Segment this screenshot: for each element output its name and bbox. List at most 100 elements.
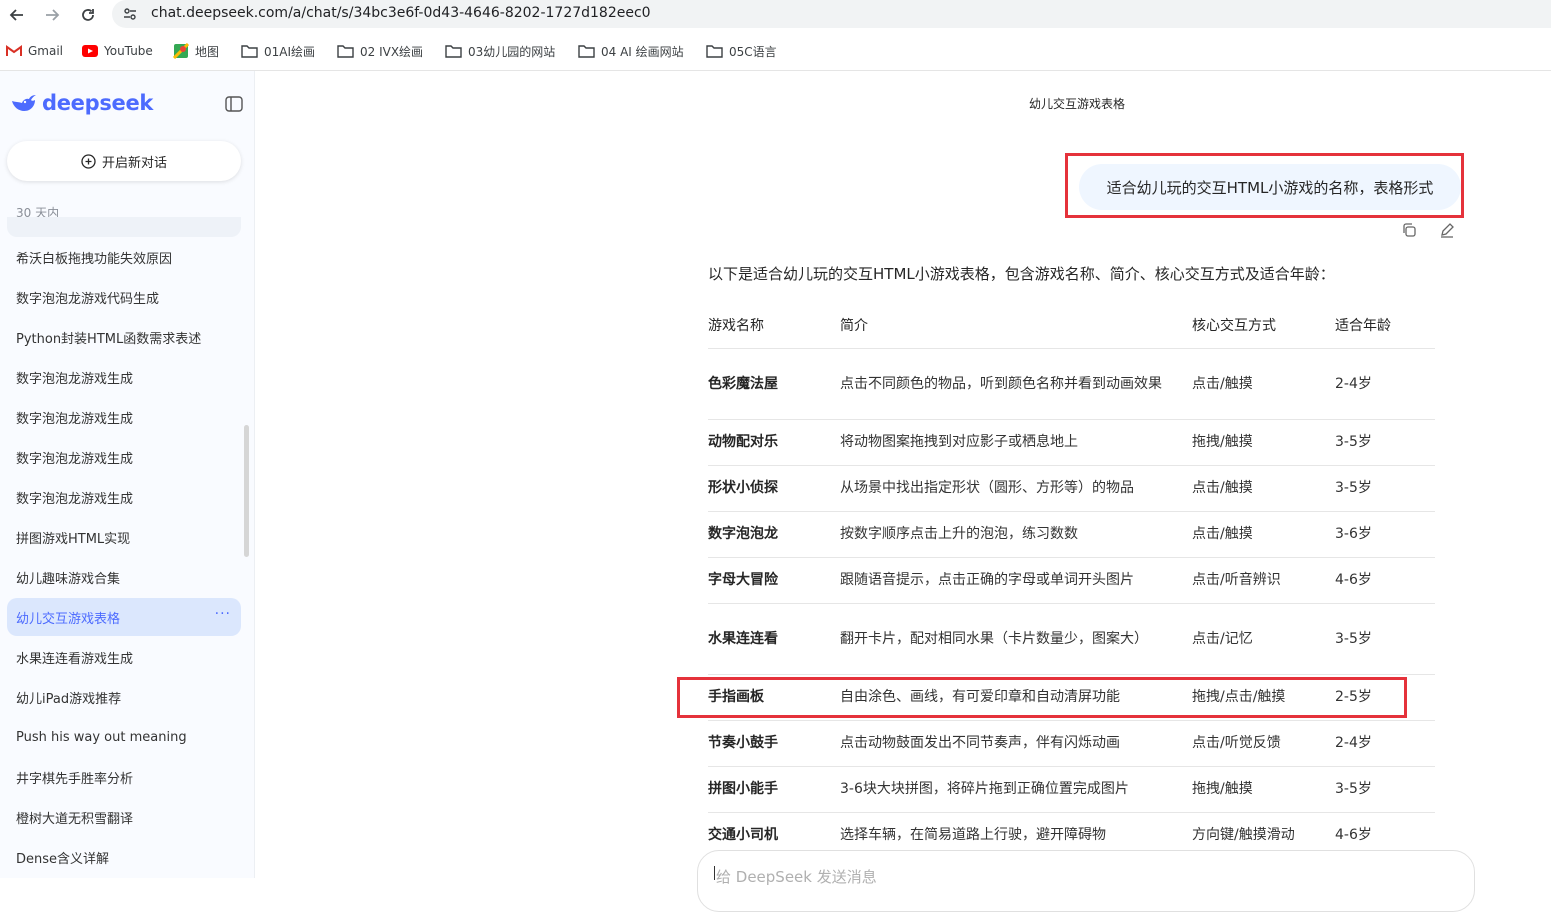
table-header: 适合年龄 — [1335, 318, 1391, 334]
table-cell-age: 3-5岁 — [1335, 434, 1372, 450]
chat-title: 幼儿交互游戏表格 — [1029, 97, 1126, 111]
deepseek-logo[interactable]: deepseek — [10, 91, 153, 115]
forward-arrow-icon[interactable] — [40, 3, 64, 27]
table-cell-name: 数字泡泡龙 — [708, 526, 778, 542]
message-input-placeholder: 给 DeepSeek 发送消息 — [716, 868, 877, 886]
sidebar-item[interactable]: 水果连连看游戏生成 — [7, 638, 241, 676]
games-table: 游戏名称 简介 核心交互方式 适合年龄 色彩魔法屋 点击不同颜色的物品，听到颜色… — [708, 305, 1435, 858]
sidebar-item[interactable]: 希沃白板拖拽功能失效原因 — [7, 238, 241, 276]
table-cell-desc: 按数字顺序点击上升的泡泡，练习数数 — [840, 526, 1078, 542]
sidebar-item-label: 数字泡泡龙游戏代码生成 — [16, 291, 160, 307]
bookmark-folder[interactable]: 05C语言 — [706, 42, 777, 60]
table-cell-age: 4-6岁 — [1335, 572, 1372, 588]
bookmark-label: 03幼儿园的网站 — [468, 44, 556, 59]
logo-text: deepseek — [42, 91, 154, 115]
table-cell-interaction: 点击/听觉反馈 — [1192, 735, 1281, 751]
plus-circle-icon — [81, 153, 96, 169]
bookmark-gmail[interactable]: Gmail — [6, 42, 63, 60]
table-cell-desc: 跟随语音提示，点击正确的字母或单词开头图片 — [840, 572, 1134, 588]
sidebar-item-label: 数字泡泡龙游戏生成 — [16, 451, 134, 467]
table-header-row: 游戏名称 简介 核心交互方式 适合年龄 — [708, 305, 1435, 349]
table-row: 色彩魔法屋 点击不同颜色的物品，听到颜色名称并看到动画效果 点击/触摸 2-4岁 — [708, 349, 1435, 420]
table-cell-name: 拼图小能手 — [708, 781, 778, 797]
sidebar-item-label: 幼儿交互游戏表格 — [16, 611, 121, 627]
site-settings-icon[interactable] — [122, 6, 138, 22]
table-cell-age: 3-5岁 — [1335, 480, 1372, 496]
new-chat-label: 开启新对话 — [101, 155, 167, 171]
sidebar-item[interactable]: 橙树大道无积雪翻译 — [7, 798, 241, 836]
table-cell-age: 2-4岁 — [1335, 735, 1372, 751]
sidebar-item-active[interactable]: 幼儿交互游戏表格 ··· — [7, 598, 241, 636]
sidebar-item[interactable]: 数字泡泡龙游戏生成 — [7, 478, 241, 516]
bookmark-folder[interactable]: 04 AI 绘画网站 — [578, 42, 684, 60]
sidebar-item-label: 水果连连看游戏生成 — [16, 651, 134, 667]
highlight-annotation — [677, 677, 1407, 718]
table-cell-desc: 点击动物鼓面发出不同节奏声，伴有闪烁动画 — [840, 735, 1120, 751]
table-cell-age: 3-5岁 — [1335, 630, 1372, 647]
bookmark-label: 05C语言 — [729, 44, 777, 59]
table-cell-age: 2-4岁 — [1335, 375, 1372, 392]
folder-icon — [241, 45, 258, 58]
table-cell-interaction: 拖拽/触摸 — [1192, 781, 1253, 797]
table-cell-desc: 将动物图案拖拽到对应影子或栖息地上 — [840, 434, 1078, 450]
sidebar-item[interactable]: 数字泡泡龙游戏生成 — [7, 438, 241, 476]
table-row: 动物配对乐 将动物图案拖拽到对应影子或栖息地上 拖拽/触摸 3-5岁 — [708, 420, 1435, 466]
more-options-icon[interactable]: ··· — [215, 606, 231, 622]
table-cell-name: 动物配对乐 — [708, 434, 778, 450]
bookmark-youtube[interactable]: YouTube — [82, 42, 153, 60]
bookmarks-bar: Gmail YouTube 地图 01AI绘画 02 IVX绘画 03幼儿园的网… — [0, 36, 1551, 64]
sidebar-item-label: Dense含义详解 — [16, 851, 110, 867]
table-cell-interaction: 点击/记忆 — [1192, 630, 1253, 647]
table-row: 拼图小能手 3-6块大块拼图，将碎片拖到正确位置完成图片 拖拽/触摸 3-5岁 — [708, 767, 1435, 813]
edit-icon[interactable] — [1438, 221, 1456, 239]
sidebar-item-partial[interactable] — [7, 217, 241, 237]
sidebar-item-label: 幼儿iPad游戏推荐 — [16, 691, 122, 707]
table-header: 游戏名称 — [708, 318, 764, 334]
table-cell-interaction: 点击/触摸 — [1192, 526, 1253, 542]
table-row: 数字泡泡龙 按数字顺序点击上升的泡泡，练习数数 点击/触摸 3-6岁 — [708, 512, 1435, 558]
sidebar-item[interactable]: Dense含义详解 — [7, 838, 241, 876]
table-cell-age: 3-5岁 — [1335, 781, 1372, 797]
browser-toolbar: chat.deepseek.com/a/chat/s/34bc3e6f-0d43… — [0, 0, 1551, 30]
sidebar-item[interactable]: 数字泡泡龙游戏代码生成 — [7, 278, 241, 316]
url-text[interactable]: chat.deepseek.com/a/chat/s/34bc3e6f-0d43… — [151, 5, 651, 21]
sidebar-item-label: 幼儿趣味游戏合集 — [16, 571, 121, 587]
table-cell-name: 形状小侦探 — [708, 480, 778, 496]
bookmark-label: 地图 — [195, 44, 220, 59]
sidebar-item-label: 数字泡泡龙游戏生成 — [16, 371, 134, 387]
table-cell-age: 3-6岁 — [1335, 526, 1372, 542]
bookmark-folder[interactable]: 01AI绘画 — [241, 42, 315, 60]
folder-icon — [706, 45, 723, 58]
table-cell-interaction: 点击/听音辨识 — [1192, 572, 1281, 588]
table-header: 简介 — [840, 318, 868, 334]
copy-icon[interactable] — [1400, 221, 1418, 239]
sidebar-item-label: 数字泡泡龙游戏生成 — [16, 411, 134, 427]
sidebar-item[interactable]: 幼儿趣味游戏合集 — [7, 558, 241, 596]
sidebar-item[interactable]: 井字棋先手胜率分析 — [7, 758, 241, 796]
table-cell-name: 字母大冒险 — [708, 572, 778, 588]
sidebar-item[interactable]: 拼图游戏HTML实现 — [7, 518, 241, 556]
sidebar-item[interactable]: 数字泡泡龙游戏生成 — [7, 358, 241, 396]
back-arrow-icon[interactable] — [5, 3, 29, 27]
sidebar-item-label: Push his way out meaning — [16, 729, 187, 745]
new-chat-button[interactable]: 开启新对话 — [7, 141, 241, 181]
sidebar-item-label: 井字棋先手胜率分析 — [16, 771, 134, 787]
table-cell-name: 水果连连看 — [708, 630, 778, 647]
table-row: 形状小侦探 从场景中找出指定形状（圆形、方形等）的物品 点击/触摸 3-5岁 — [708, 466, 1435, 512]
reload-icon[interactable] — [76, 3, 100, 27]
sidebar-item[interactable]: Python封装HTML函数需求表述 — [7, 318, 241, 356]
sidebar-item[interactable]: 数字泡泡龙游戏生成 — [7, 398, 241, 436]
assistant-intro-text: 以下是适合幼儿玩的交互HTML小游戏表格，包含游戏名称、简介、核心交互方式及适合… — [708, 265, 1335, 283]
table-header: 核心交互方式 — [1192, 318, 1276, 334]
table-cell-name: 节奏小鼓手 — [708, 735, 778, 751]
table-row: 水果连连看 翻开卡片，配对相同水果（卡片数量少，图案大） 点击/记忆 3-5岁 — [708, 604, 1435, 675]
bookmark-folder[interactable]: 02 IVX绘画 — [337, 42, 423, 60]
folder-icon — [337, 45, 354, 58]
sidebar-scrollbar[interactable] — [244, 425, 249, 557]
bookmark-maps[interactable]: 地图 — [173, 42, 219, 60]
bookmark-folder[interactable]: 03幼儿园的网站 — [445, 42, 555, 60]
table-row: 字母大冒险 跟随语音提示，点击正确的字母或单词开头图片 点击/听音辨识 4-6岁 — [708, 558, 1435, 604]
sidebar-item[interactable]: 幼儿iPad游戏推荐 — [7, 678, 241, 716]
sidebar-item[interactable]: Push his way out meaning — [7, 718, 241, 756]
collapse-sidebar-icon[interactable] — [224, 95, 244, 113]
